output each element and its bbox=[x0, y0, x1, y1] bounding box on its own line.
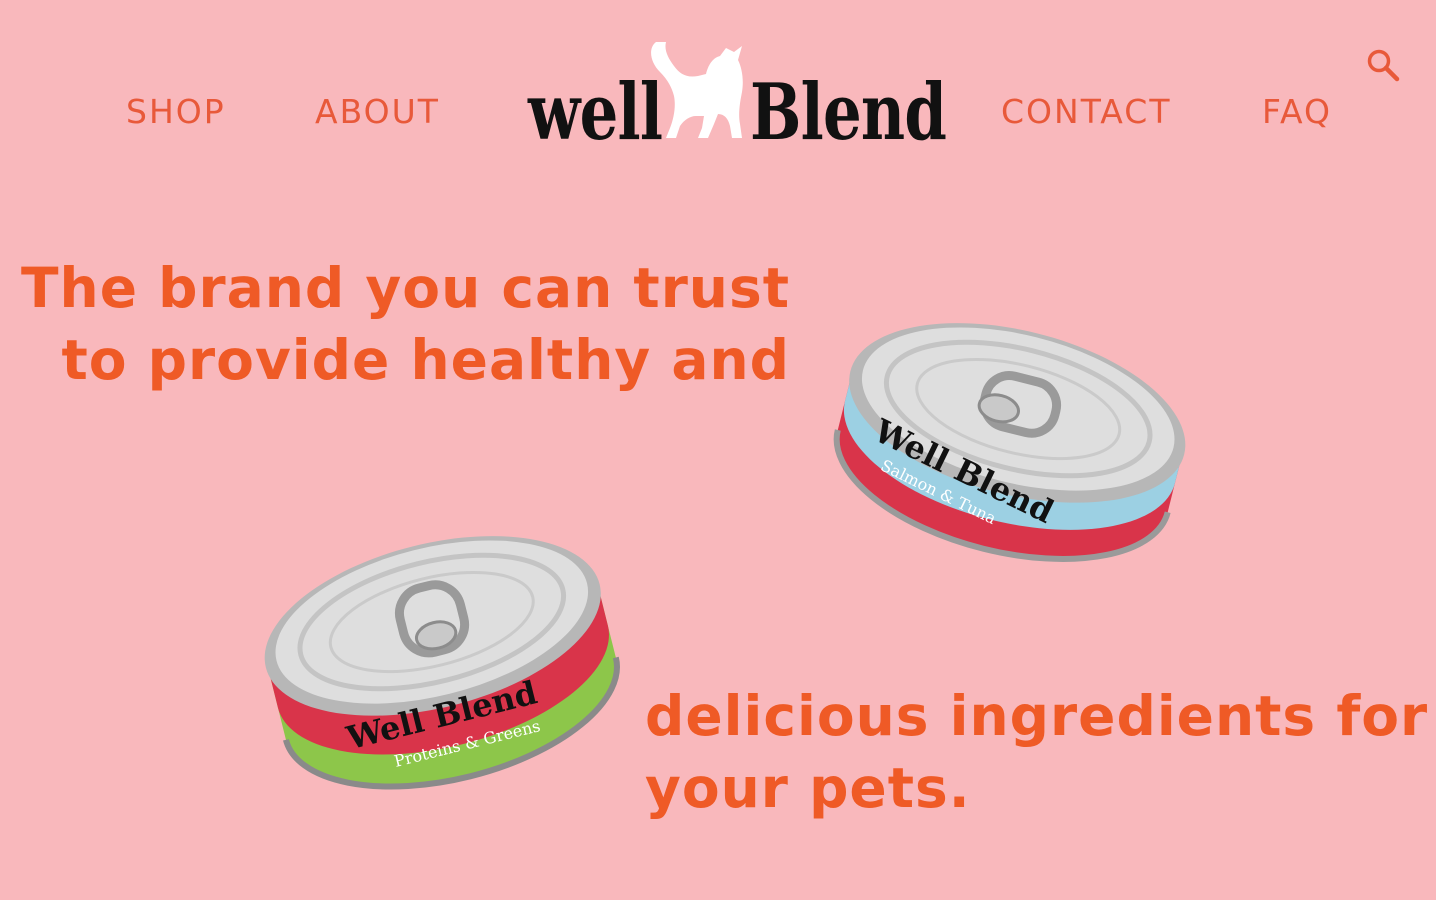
product-can-proteins-greens[interactable]: Well Blend Proteins & Greens bbox=[245, 475, 635, 835]
logo-word-well: well bbox=[528, 67, 663, 158]
nav-shop[interactable]: SHOP bbox=[126, 92, 226, 132]
hero-headline-bottom: delicious ingredients for your pets. bbox=[645, 680, 1428, 824]
nav-contact[interactable]: CONTACT bbox=[1001, 92, 1172, 132]
product-can-salmon-tuna[interactable]: Well Blend Salmon & Tuna bbox=[815, 262, 1205, 622]
logo-word-blend: Blend bbox=[750, 67, 947, 158]
hero-line-2: to provide healthy and bbox=[61, 328, 790, 392]
cat-silhouette-icon bbox=[651, 42, 743, 138]
hero-line-1: The brand you can trust bbox=[21, 256, 790, 320]
nav-faq[interactable]: FAQ bbox=[1262, 92, 1332, 132]
nav-about[interactable]: ABOUT bbox=[315, 92, 440, 132]
hero-line-3: delicious ingredients for bbox=[645, 684, 1429, 748]
hero-headline-top: The brand you can trust to provide healt… bbox=[21, 252, 790, 396]
hero-line-4: your pets. bbox=[645, 756, 971, 820]
brand-logo[interactable]: well Blend bbox=[528, 34, 947, 152]
search-icon[interactable] bbox=[1366, 48, 1400, 82]
